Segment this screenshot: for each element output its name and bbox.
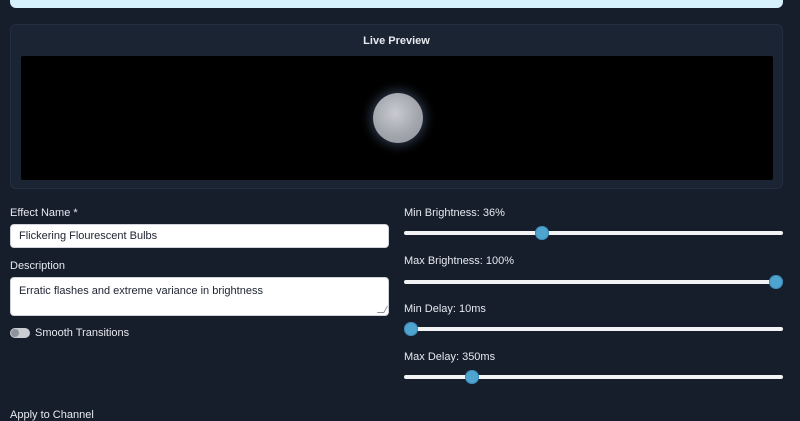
smooth-transitions-toggle[interactable] [10,328,30,338]
preview-title: Live Preview [363,35,430,47]
resize-grip-icon[interactable] [376,306,388,313]
min-delay-label: Min Delay: 10ms [404,303,486,315]
max-delay-label: Max Delay: 350ms [404,351,496,363]
description-textarea[interactable]: Erratic flashes and extreme variance in … [10,277,389,316]
smooth-transitions-label: Smooth Transitions [35,327,130,339]
description-label: Description [10,260,66,272]
effect-name-label: Effect Name * [10,207,78,219]
slider-thumb[interactable] [404,322,418,336]
slider-track [404,327,783,331]
effect-name-input[interactable]: Flickering Flourescent Bulbs [10,224,389,248]
max-brightness-label: Max Brightness: 100% [404,255,515,267]
slider-thumb[interactable] [769,275,783,289]
preview-canvas [21,56,773,180]
min-brightness-slider[interactable] [404,226,783,240]
toggle-knob [11,329,19,337]
description-text: Erratic flashes and extreme variance in … [19,285,263,297]
min-brightness-label: Min Brightness: 36% [404,207,505,219]
slider-track [404,375,783,379]
max-delay-slider[interactable] [404,370,783,384]
slider-track [404,231,783,235]
slider-thumb[interactable] [465,370,480,384]
live-preview-card: Live Preview [10,24,783,189]
slider-track [404,280,783,284]
top-banner [10,0,783,8]
min-delay-slider[interactable] [404,322,783,336]
slider-thumb[interactable] [535,226,550,240]
max-brightness-slider[interactable] [404,275,783,289]
apply-to-channel-label: Apply to Channel [10,409,94,421]
bulb-preview-icon [373,93,423,143]
